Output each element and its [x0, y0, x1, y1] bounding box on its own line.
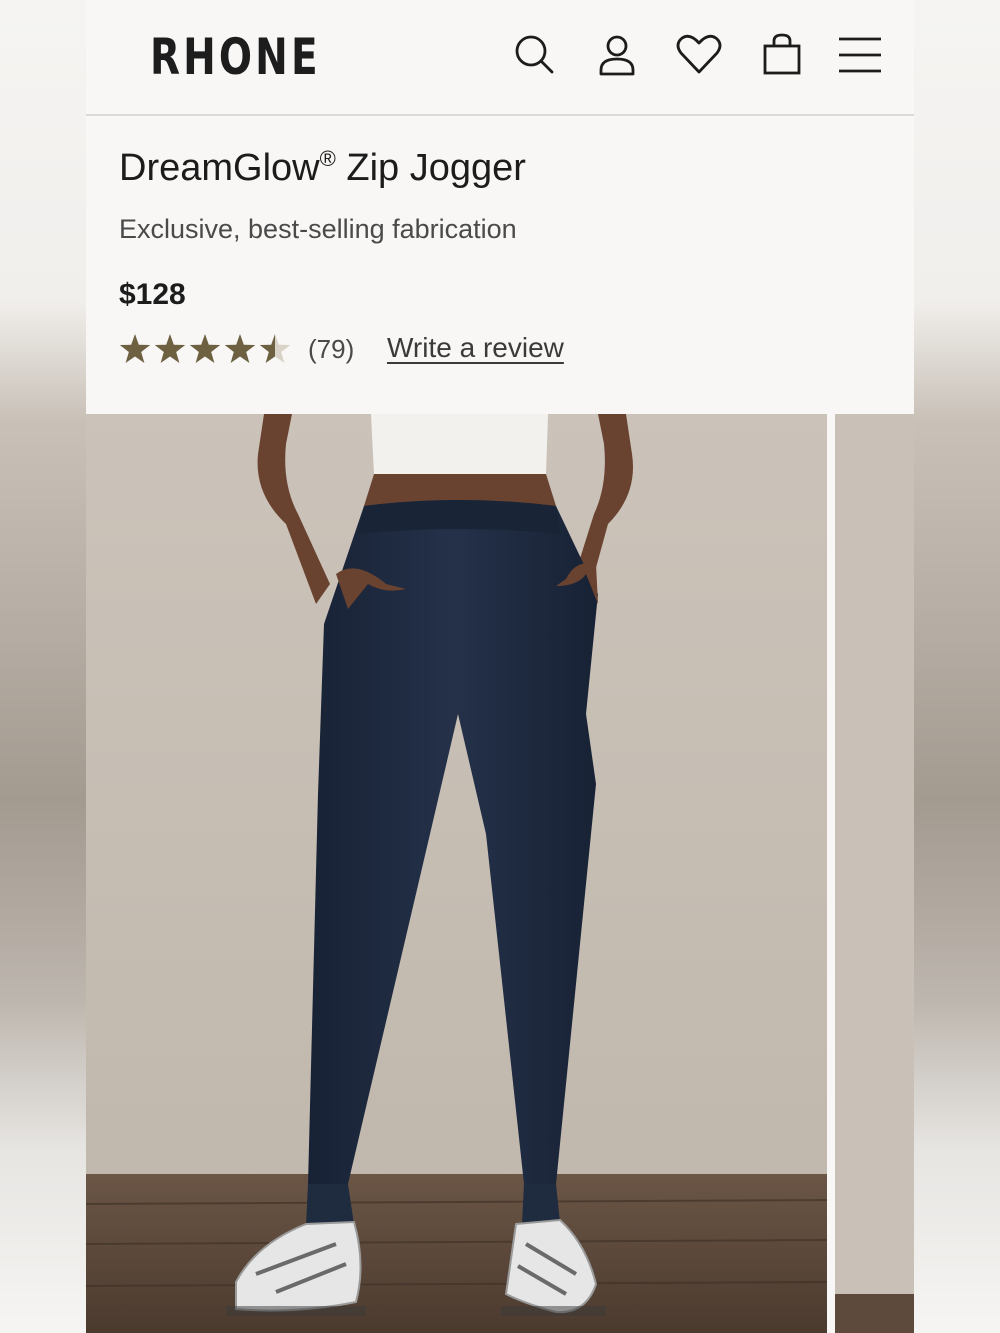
site-header: RHONE	[86, 0, 914, 116]
registered-mark: ®	[319, 146, 336, 171]
write-review-link[interactable]: Write a review	[387, 332, 564, 364]
search-icon[interactable]	[510, 30, 558, 78]
product-price: $128	[119, 278, 186, 311]
brand-logo[interactable]: RHONE	[150, 28, 321, 86]
product-image-gallery[interactable]	[86, 414, 914, 1333]
product-subtitle: Exclusive, best-selling fabrication	[119, 214, 517, 244]
review-count[interactable]: (79)	[308, 334, 354, 365]
star-rating	[119, 334, 291, 363]
star-icon	[259, 334, 291, 363]
menu-icon[interactable]	[836, 30, 884, 78]
product-title-suffix: Zip Jogger	[335, 147, 526, 189]
star-icon	[154, 334, 186, 363]
shopping-bag-icon[interactable]	[758, 30, 806, 78]
star-icon	[189, 334, 221, 363]
product-image-main[interactable]	[86, 414, 827, 1333]
account-icon[interactable]	[593, 30, 641, 78]
wishlist-heart-icon[interactable]	[675, 30, 723, 78]
product-info: DreamGlow® Zip Jogger Exclusive, best-se…	[86, 116, 914, 414]
product-title: DreamGlow® Zip Jogger	[119, 146, 526, 190]
star-icon	[224, 334, 256, 363]
rating-row: (79) Write a review	[119, 330, 879, 370]
star-icon	[119, 334, 151, 363]
product-title-name: DreamGlow	[119, 147, 320, 189]
product-page: RHONE DreamGlow® Zip Jogger Exclusive, b…	[86, 0, 914, 1333]
product-image-next[interactable]	[835, 414, 914, 1333]
